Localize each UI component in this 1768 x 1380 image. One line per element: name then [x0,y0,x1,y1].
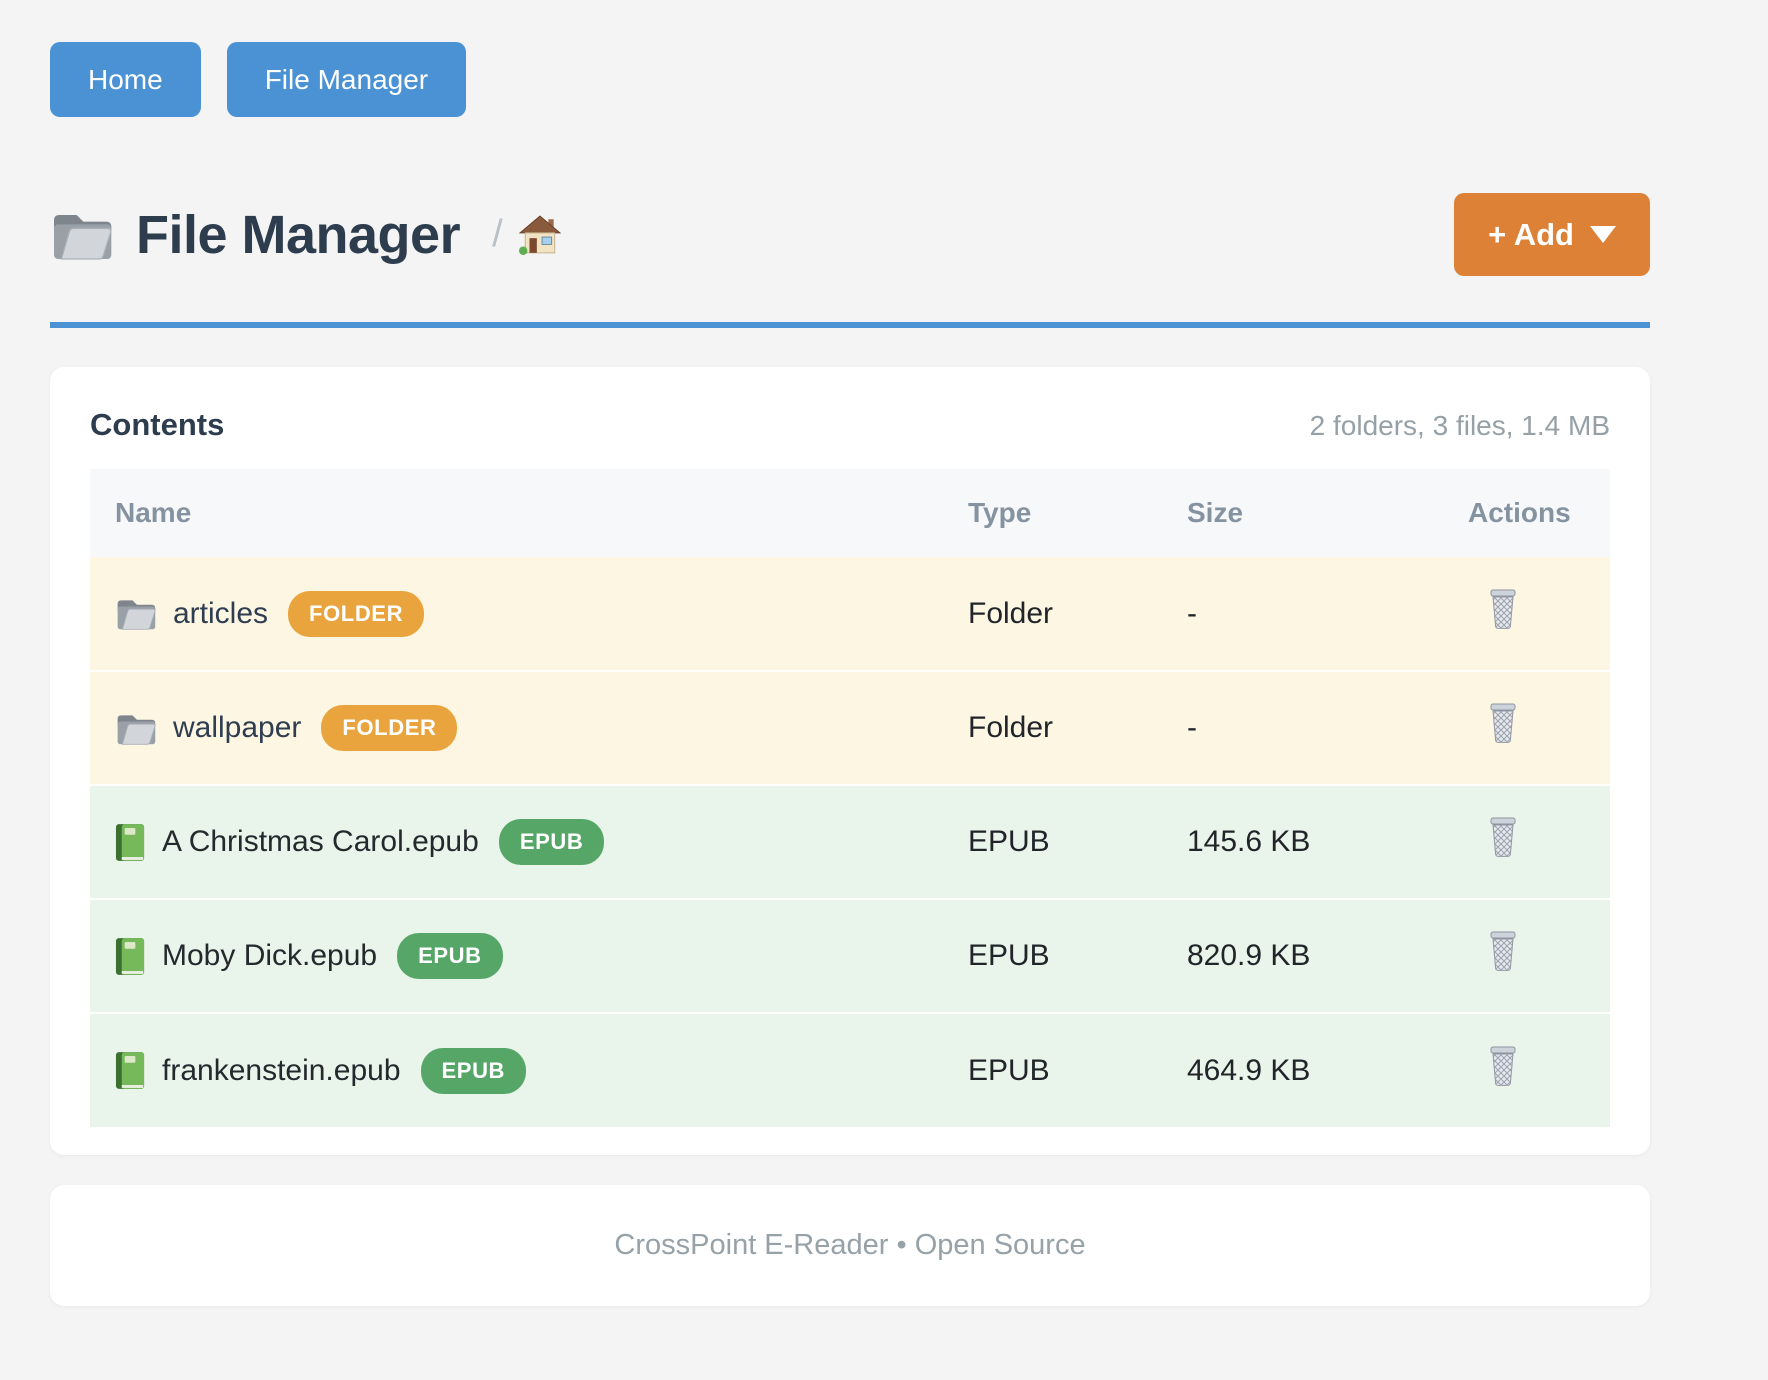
entry-type-badge: FOLDER [321,705,457,751]
files-table: Name Type Size Actions [90,469,1610,1127]
trash-icon [1486,703,1520,748]
table-row: frankenstein.epub EPUB EPUB 464.9 KB [90,1013,1610,1127]
delete-button[interactable] [1486,931,1520,976]
caret-down-icon [1590,226,1616,243]
folder-icon [115,596,157,631]
column-header-name: Name [90,469,968,557]
title-divider [50,322,1650,328]
column-header-type: Type [968,469,1187,557]
entry-size: 820.9 KB [1187,899,1468,1013]
delete-button[interactable] [1486,589,1520,634]
entry-type: EPUB [968,1013,1187,1127]
entry-name[interactable]: wallpaper [173,711,301,745]
add-button-label: + Add [1488,217,1574,253]
table-row: articles FOLDER Folder - [90,557,1610,671]
table-row: Moby Dick.epub EPUB EPUB 820.9 KB [90,899,1610,1013]
contents-card: Contents 2 folders, 3 files, 1.4 MB Name… [50,367,1650,1155]
entry-size: 145.6 KB [1187,785,1468,899]
breadcrumb-separator: / [492,213,503,256]
entry-name[interactable]: articles [173,597,268,631]
entry-type-badge: EPUB [499,819,605,865]
card-title: Contents [90,407,224,443]
trash-icon [1486,931,1520,976]
table-row: A Christmas Carol.epub EPUB EPUB 145.6 K… [90,785,1610,899]
column-header-actions: Actions [1468,469,1610,557]
entry-size: - [1187,671,1468,785]
entry-name[interactable]: A Christmas Carol.epub [162,825,479,859]
entry-name[interactable]: frankenstein.epub [162,1054,401,1088]
trash-icon [1486,817,1520,862]
entry-type: EPUB [968,899,1187,1013]
file-manager-nav-button[interactable]: File Manager [227,42,466,117]
page-header: File Manager / + Add [50,193,1650,276]
entry-type-badge: FOLDER [288,591,424,637]
page-title: File Manager [136,204,460,266]
entry-type: Folder [968,557,1187,671]
footer: CrossPoint E-Reader • Open Source [50,1185,1650,1306]
trash-icon [1486,1046,1520,1091]
add-button[interactable]: + Add [1454,193,1650,276]
book-icon [115,823,146,862]
book-icon [115,1051,146,1090]
column-header-size: Size [1187,469,1468,557]
entry-size: 464.9 KB [1187,1013,1468,1127]
table-row: wallpaper FOLDER Folder - [90,671,1610,785]
entry-type: EPUB [968,785,1187,899]
book-icon [115,937,146,976]
footer-text: CrossPoint E-Reader • Open Source [614,1229,1085,1262]
trash-icon [1486,589,1520,634]
entry-size: - [1187,557,1468,671]
entry-name[interactable]: Moby Dick.epub [162,939,377,973]
contents-summary: 2 folders, 3 files, 1.4 MB [1310,410,1610,442]
table-body: articles FOLDER Folder - [90,557,1610,1127]
folder-icon [115,711,157,746]
house-icon[interactable] [519,215,561,255]
entry-type: Folder [968,671,1187,785]
folder-icon [50,207,114,263]
page: Home File Manager File Manager / [50,0,1650,1306]
entry-type-badge: EPUB [397,933,503,979]
top-nav: Home File Manager [50,42,1650,117]
delete-button[interactable] [1486,817,1520,862]
delete-button[interactable] [1486,703,1520,748]
table-header-row: Name Type Size Actions [90,469,1610,557]
home-nav-button[interactable]: Home [50,42,201,117]
entry-type-badge: EPUB [421,1048,527,1094]
delete-button[interactable] [1486,1046,1520,1091]
